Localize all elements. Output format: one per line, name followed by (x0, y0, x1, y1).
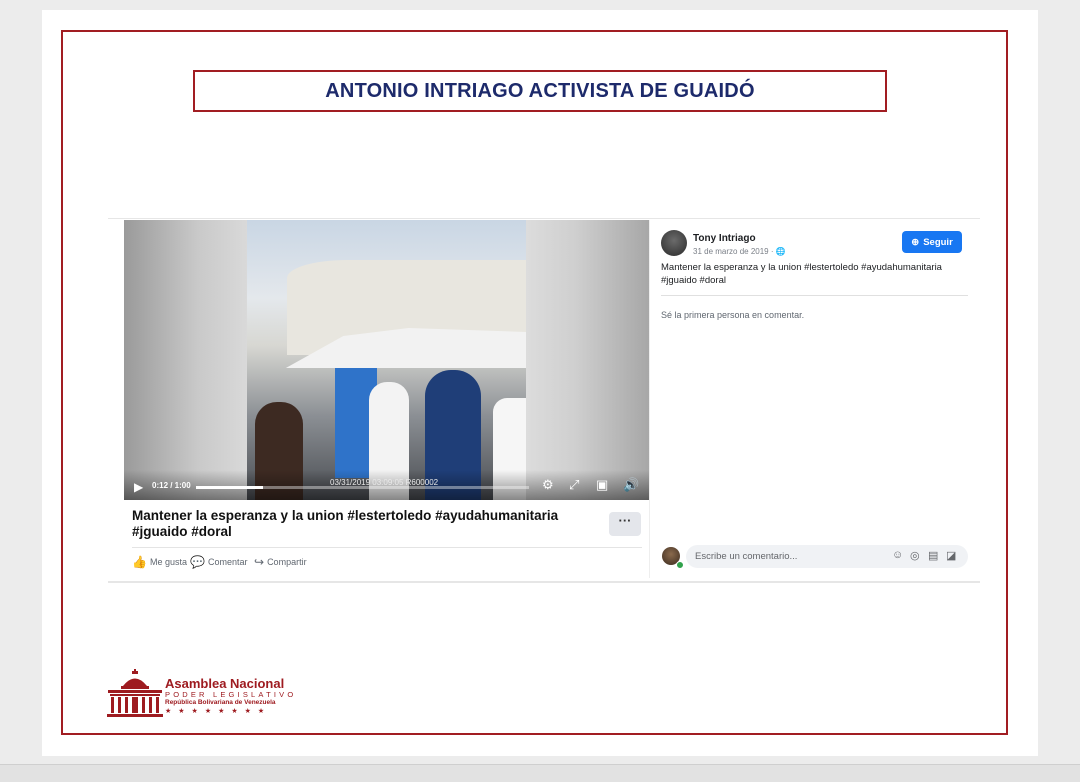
organization-country: República Bolivariana de Venezuela (165, 699, 276, 706)
play-icon[interactable]: ▶ (134, 480, 143, 494)
post-side-panel: Tony Intriago 31 de marzo de 2019 · 🌐 ⊕ … (649, 220, 981, 578)
picture-in-picture-icon[interactable]: ▣ (596, 477, 608, 493)
follow-label: Seguir (923, 236, 953, 248)
more-options-button[interactable]: ··· (609, 512, 641, 536)
video-frame (247, 220, 526, 500)
video-progress-fill (196, 486, 263, 489)
post-date: 31 de marzo de 2019 · 🌐 (693, 247, 786, 256)
asamblea-nacional-logo (107, 669, 163, 717)
follow-icon: ⊕ (911, 236, 920, 248)
online-status-dot (676, 561, 684, 569)
share-label: Compartir (267, 557, 307, 567)
author-name[interactable]: Tony Intriago (693, 233, 756, 244)
speech-bubble-icon: 💬 (190, 555, 205, 569)
empty-comments-message: Sé la primera persona en comentar. (661, 310, 805, 320)
sticker-icon[interactable]: ◪ (946, 549, 956, 562)
video-overlay-stamp: 03/31/2019 03:09:05 R600002 (330, 478, 439, 487)
organization-name: Asamblea Nacional (165, 676, 285, 691)
gif-icon[interactable]: ▤ (928, 549, 938, 562)
emoji-icon[interactable]: ☺ (892, 549, 903, 561)
bottom-strip (0, 764, 1080, 782)
comment-placeholder: Escribe un comentario... (695, 551, 798, 562)
video-blur-right (526, 220, 649, 500)
like-label: Me gusta (149, 557, 187, 567)
share-arrow-icon: ↪ (254, 555, 265, 569)
divider (661, 295, 968, 296)
like-button[interactable]: 👍 Me gusta (132, 555, 187, 569)
fullscreen-icon[interactable]: ⤢ (569, 477, 579, 493)
author-avatar[interactable] (661, 230, 687, 256)
comment-label: Comentar (207, 557, 248, 567)
video-player[interactable]: ▶ 0:12 / 1:00 03/31/2019 03:09:05 R60000… (124, 220, 649, 500)
comment-input[interactable]: Escribe un comentario... ☺ ◎ ▤ ◪ (686, 545, 968, 568)
facebook-post-embed: ▶ 0:12 / 1:00 03/31/2019 03:09:05 R60000… (108, 218, 981, 583)
share-button[interactable]: ↪ Compartir (254, 555, 307, 569)
thumbs-up-icon: 👍 (132, 555, 147, 569)
settings-icon[interactable]: ⚙ (542, 477, 554, 493)
slide-title: ANTONIO INTRIAGO ACTIVISTA DE GUAIDÓ (325, 79, 755, 102)
divider (132, 547, 642, 548)
post-text: Mantener la esperanza y la union #lester… (661, 262, 942, 286)
follow-button[interactable]: ⊕ Seguir (902, 231, 962, 253)
volume-icon[interactable]: 🔊 (623, 477, 639, 493)
camera-icon[interactable]: ◎ (910, 549, 920, 562)
video-blur-left (124, 220, 247, 500)
video-controls: ▶ 0:12 / 1:00 03/31/2019 03:09:05 R60000… (124, 470, 649, 500)
slide-title-box: ANTONIO INTRIAGO ACTIVISTA DE GUAIDÓ (193, 70, 887, 112)
organization-subtitle: PODER LEGISLATIVO (165, 690, 297, 699)
post-caption: Mantener la esperanza y la union #lester… (132, 508, 559, 539)
globe-icon: 🌐 (775, 247, 786, 256)
video-time: 0:12 / 1:00 (152, 481, 191, 490)
post-date-text: 31 de marzo de 2019 · (693, 247, 776, 256)
comment-button[interactable]: 💬 Comentar (190, 555, 247, 569)
stars-row: ★★★★★★★★ (165, 708, 272, 715)
